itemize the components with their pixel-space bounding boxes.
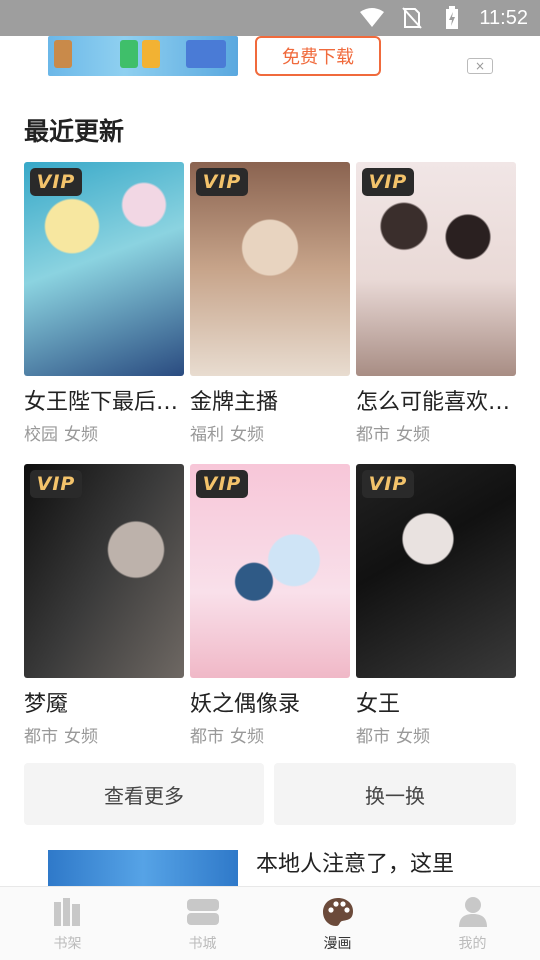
view-more-button[interactable]: 查看更多 <box>24 763 264 825</box>
tab-label: 书架 <box>53 935 82 952</box>
bottom-tab-bar: 书架 书城 漫画 我的 <box>0 886 540 960</box>
status-bar: 11:52 <box>0 0 540 36</box>
comic-tag: 福利 <box>190 425 224 445</box>
wifi-icon <box>359 6 385 30</box>
status-time: 11:52 <box>479 6 528 29</box>
comic-tag: 都市 <box>356 727 390 747</box>
tab-comics[interactable]: 漫画 <box>270 887 405 960</box>
comic-title[interactable]: 金牌主播 <box>190 384 350 416</box>
comic-tag: 女频 <box>64 425 98 445</box>
vip-badge: VIP <box>362 470 414 498</box>
comic-card[interactable]: VIP 梦魇 都市 女频 <box>24 464 184 747</box>
comic-card[interactable]: VIP 怎么可能喜欢… 都市 女频 <box>356 162 516 445</box>
comic-tag: 校园 <box>24 425 58 445</box>
comic-cover[interactable]: VIP <box>356 464 516 678</box>
comic-tag: 女频 <box>396 425 430 445</box>
comic-cover[interactable]: VIP <box>24 162 184 376</box>
comic-tags: 都市 女频 <box>356 722 516 747</box>
comic-card[interactable]: VIP 金牌主播 福利 女频 <box>190 162 350 445</box>
comic-tags: 都市 女频 <box>356 420 516 445</box>
tab-bookshelf[interactable]: 书架 <box>0 887 135 960</box>
ad-text[interactable]: 本地人注意了，这里 <box>256 850 454 880</box>
comic-cover[interactable]: VIP <box>190 162 350 376</box>
comic-tag: 都市 <box>24 727 58 747</box>
comic-tag: 都市 <box>190 727 224 747</box>
close-ad-icon[interactable]: × <box>467 58 493 74</box>
comic-palette-icon <box>321 895 355 929</box>
comic-card[interactable]: VIP 妖之偶像录 都市 女频 <box>190 464 350 747</box>
bookshelf-icon <box>51 895 85 929</box>
action-buttons: 查看更多 换一换 <box>24 763 516 825</box>
comic-tag: 女频 <box>64 727 98 747</box>
tab-profile[interactable]: 我的 <box>405 887 540 960</box>
tab-bookstore[interactable]: 书城 <box>135 887 270 960</box>
refresh-button[interactable]: 换一换 <box>274 763 516 825</box>
comic-cover[interactable]: VIP <box>356 162 516 376</box>
bookstore-icon <box>186 895 220 929</box>
comic-tags: 都市 女频 <box>24 722 184 747</box>
vip-badge: VIP <box>196 470 248 498</box>
comic-card[interactable]: VIP 女王陛下最后… 校园 女频 <box>24 162 184 445</box>
tab-label: 书城 <box>188 935 217 952</box>
tab-label: 漫画 <box>323 935 352 952</box>
vip-badge: VIP <box>30 470 82 498</box>
bottom-ad-banner[interactable]: 本地人注意了，这里 <box>0 850 540 890</box>
comic-cover[interactable]: VIP <box>24 464 184 678</box>
free-download-button[interactable]: 免费下载 <box>255 36 381 76</box>
comic-title[interactable]: 女王 <box>356 686 516 718</box>
comic-tags: 都市 女频 <box>190 722 350 747</box>
comic-tag: 女频 <box>396 727 430 747</box>
section-title: 最近更新 <box>24 117 125 146</box>
top-ad-banner[interactable]: 免费下载 × <box>0 36 540 94</box>
comic-title[interactable]: 梦魇 <box>24 686 184 718</box>
comic-tag: 女频 <box>230 727 264 747</box>
comic-title[interactable]: 女王陛下最后… <box>24 384 184 416</box>
ad-game-image[interactable] <box>48 36 238 76</box>
comic-tag: 都市 <box>356 425 390 445</box>
comic-tags: 校园 女频 <box>24 420 184 445</box>
vip-badge: VIP <box>362 168 414 196</box>
vip-badge: VIP <box>30 168 82 196</box>
battery-charging-icon <box>439 6 465 30</box>
ad-game-image[interactable] <box>48 850 238 890</box>
no-sim-icon <box>399 6 425 30</box>
vip-badge: VIP <box>196 168 248 196</box>
comic-tags: 福利 女频 <box>190 420 350 445</box>
comic-title[interactable]: 妖之偶像录 <box>190 686 350 718</box>
tab-label: 我的 <box>458 935 487 952</box>
comic-cover[interactable]: VIP <box>190 464 350 678</box>
comic-card[interactable]: VIP 女王 都市 女频 <box>356 464 516 747</box>
comic-title[interactable]: 怎么可能喜欢… <box>356 384 516 416</box>
profile-icon <box>456 895 490 929</box>
comic-tag: 女频 <box>230 425 264 445</box>
